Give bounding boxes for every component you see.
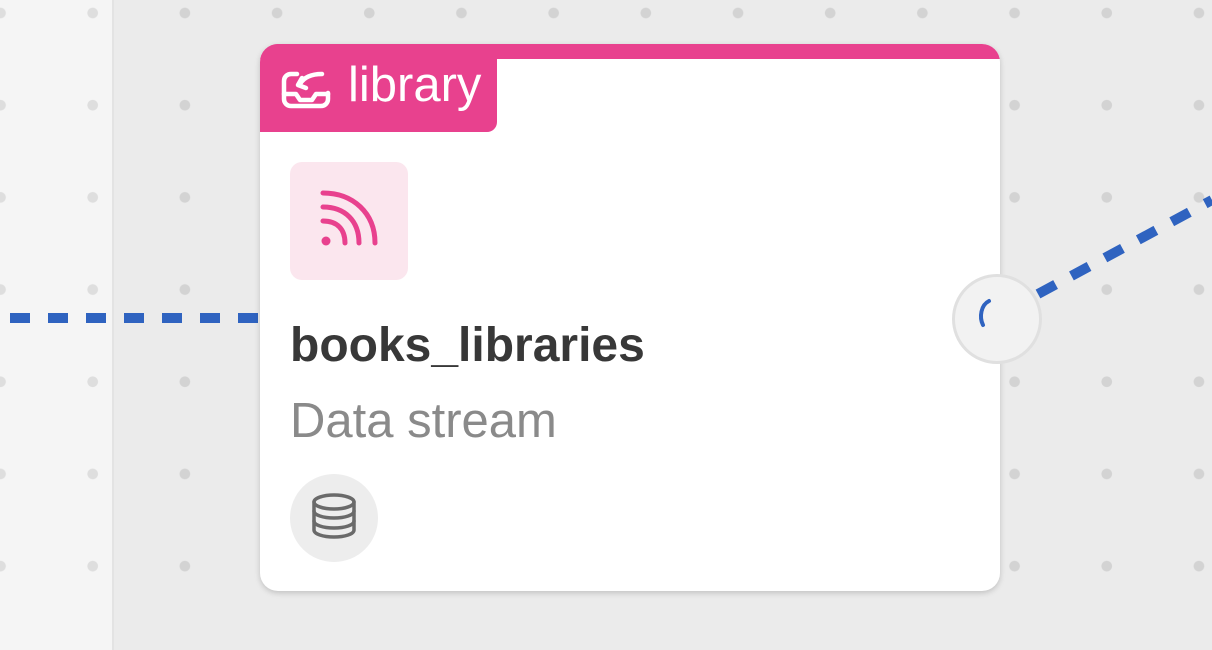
- import-tray-icon: [276, 60, 332, 116]
- rss-feed-icon: [317, 187, 381, 256]
- outgoing-edge[interactable]: [1035, 195, 1212, 299]
- node-title: books_libraries: [290, 319, 645, 372]
- node-card[interactable]: library books_libraries Data stream: [260, 44, 1000, 591]
- storage-badge: [290, 474, 378, 562]
- source-icon-tile: [290, 162, 408, 280]
- loading-spinner-icon: [967, 287, 1027, 352]
- node-type-tab: library: [260, 44, 498, 132]
- output-port[interactable]: [952, 274, 1042, 364]
- node-subtitle: Data stream: [290, 394, 557, 448]
- node-type-label: library: [348, 57, 482, 112]
- database-icon: [310, 492, 358, 545]
